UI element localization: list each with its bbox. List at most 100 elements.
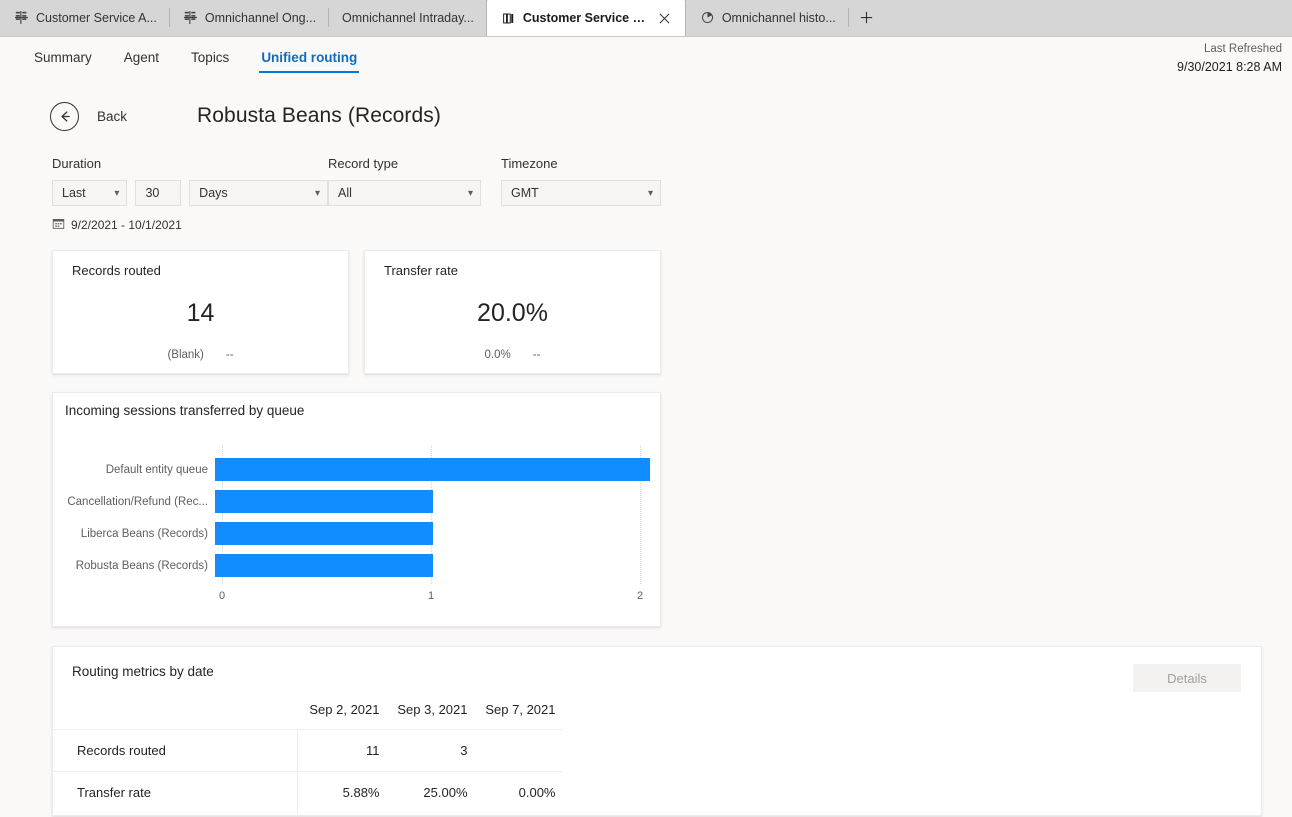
record-type-filter-group: Record type All ▾ [328, 156, 501, 206]
new-tab-button[interactable] [847, 0, 886, 36]
table-column-header: Sep 7, 2021 [485, 702, 556, 717]
chart-bar[interactable] [215, 490, 433, 513]
kpi-card-delta: -- [532, 349, 541, 361]
record-type-label: Record type [328, 156, 399, 171]
table-row: Transfer rate 5.88% 25.00% 0.00% [53, 771, 562, 813]
table-header: Sep 2, 2021 Sep 3, 2021 Sep 7, 2021 [53, 702, 562, 730]
page-header: Back Robusta Beans (Records) [0, 79, 1292, 131]
browser-tab-5[interactable]: Omnichannel histo... [686, 0, 848, 36]
kpi-card-footer: (Blank) -- [53, 349, 348, 361]
timezone-filter-group: Timezone GMT ▾ [501, 156, 661, 206]
chart-bar[interactable] [215, 522, 433, 545]
duration-unit-select[interactable]: Days ▾ [189, 180, 328, 206]
kpi-card-value: 14 [186, 299, 215, 327]
table-panel-routing-metrics[interactable]: Routing metrics by date Details Sep 2, 2… [52, 646, 1262, 816]
chart-axis-tick: 1 [427, 590, 435, 602]
record-type-value: All [338, 186, 352, 200]
chart-bar-track [215, 458, 650, 481]
dashboard-grid-icon [14, 10, 29, 25]
back-button-label[interactable]: Back [97, 109, 127, 124]
browser-tab-1[interactable]: Customer Service A... [0, 0, 169, 36]
browser-tab-label: Omnichannel Intraday... [342, 10, 474, 25]
table-row-header: Transfer rate [53, 771, 298, 813]
chart-panel-incoming-sessions[interactable]: Incoming sessions transferred by queue D… [52, 392, 661, 627]
table-column-header: Sep 3, 2021 [397, 702, 468, 717]
table-row: Records routed 11 3 [53, 729, 562, 772]
tab-agent[interactable]: Agent [108, 37, 175, 79]
duration-label: Duration [52, 156, 102, 171]
table-body: Records routed 11 3 Transfer rate 5.88% … [53, 729, 562, 813]
report-tabs: Summary Agent Topics Unified routing [18, 37, 373, 79]
app-nav-bar: Summary Agent Topics Unified routing Las… [0, 37, 1292, 79]
table-corner-cell [53, 702, 298, 730]
kpi-card-records-routed[interactable]: Records routed 14 (Blank) -- [52, 250, 349, 374]
table-cell: 25.00% [385, 771, 474, 813]
table-cell [473, 729, 562, 772]
chart-bar-track [215, 554, 650, 577]
chart-bar-row[interactable]: Liberca Beans (Records) [65, 522, 650, 545]
browser-tab-2[interactable]: Omnichannel Ong... [168, 0, 328, 36]
chart-bars: Default entity queue Cancellation/Refund … [65, 445, 650, 584]
browser-tab-4-active[interactable]: Customer Service historic... [485, 0, 686, 36]
table-cell: 11 [297, 729, 386, 772]
chart-category-label: Robusta Beans (Records) [75, 559, 208, 572]
date-range-row: 9/2/2021 - 10/1/2021 [0, 217, 1292, 233]
browser-tab-label: Customer Service historic... [522, 11, 646, 25]
kpi-card-transfer-rate[interactable]: Transfer rate 20.0% 0.0% -- [364, 250, 661, 374]
chart-plot-area: Default entity queue Cancellation/Refund … [65, 445, 650, 614]
date-range-text: 9/2/2021 - 10/1/2021 [71, 218, 182, 232]
kpi-cards: Records routed 14 (Blank) -- Transfer ra… [0, 250, 1292, 374]
browser-tab-label: Omnichannel histo... [721, 10, 836, 25]
timezone-label: Timezone [501, 156, 558, 171]
chart-bar-row[interactable]: Robusta Beans (Records) [65, 554, 650, 577]
browser-tab-label: Omnichannel Ong... [204, 10, 317, 25]
chart-title: Incoming sessions transferred by queue [65, 403, 305, 418]
chevron-down-icon: ▾ [114, 187, 120, 199]
chart-bar-row[interactable]: Cancellation/Refund (Rec... [65, 490, 650, 513]
page-title: Robusta Beans (Records) [197, 104, 441, 127]
tab-summary[interactable]: Summary [18, 37, 108, 79]
table-cell: 3 [385, 729, 474, 772]
table-row-header: Records routed [53, 729, 298, 772]
table-cell: 0.00% [473, 771, 562, 813]
kpi-card-delta: -- [225, 349, 234, 361]
chart-axis-tick: 2 [636, 590, 644, 602]
kpi-card-title: Records routed [72, 263, 161, 278]
duration-amount-input[interactable]: 30 [135, 180, 182, 206]
table-title: Routing metrics by date [72, 664, 214, 679]
last-refreshed-time: 9/30/2021 8:28 AM [1177, 59, 1282, 74]
pie-chart-icon [700, 10, 715, 25]
duration-amount-value: 30 [145, 186, 160, 200]
back-arrow-icon[interactable] [50, 101, 79, 131]
details-button[interactable]: Details [1133, 664, 1241, 692]
chart-bar-row[interactable]: Default entity queue [65, 458, 650, 481]
timezone-select[interactable]: GMT ▾ [501, 180, 661, 206]
report-page: Back Robusta Beans (Records) Duration La… [0, 79, 1292, 817]
chevron-down-icon: ▾ [647, 187, 653, 199]
table-header-row: Sep 2, 2021 Sep 3, 2021 Sep 7, 2021 [53, 702, 562, 730]
browser-tab-label: Customer Service A... [36, 10, 157, 25]
chart-category-label: Default entity queue [105, 463, 208, 476]
chart-x-axis: 0 1 2 [218, 590, 644, 608]
duration-relative-select[interactable]: Last ▾ [52, 180, 128, 206]
duration-unit-value: Days [199, 186, 228, 200]
chart-bar[interactable] [215, 554, 433, 577]
tab-topics[interactable]: Topics [175, 37, 245, 79]
chart-bar-track [215, 490, 650, 513]
table-cell: 5.88% [297, 771, 386, 813]
tab-unified-routing[interactable]: Unified routing [245, 37, 373, 79]
table-column-header: Sep 2, 2021 [309, 702, 380, 717]
browser-tab-3[interactable]: Omnichannel Intraday... [328, 0, 486, 36]
browser-tab-strip: Customer Service A... Omnichannel Ong...… [0, 0, 1292, 37]
chart-category-label: Cancellation/Refund (Rec... [67, 495, 208, 508]
record-type-select[interactable]: All ▾ [328, 180, 481, 206]
chart-bar[interactable] [215, 458, 650, 481]
timezone-value: GMT [511, 186, 539, 200]
last-refreshed-block: Last Refreshed 9/30/2021 8:28 AM [1177, 41, 1282, 76]
dashboard-grid-icon [183, 10, 198, 25]
kpi-card-footer: 0.0% -- [365, 349, 660, 361]
close-icon[interactable] [657, 10, 673, 26]
kpi-card-title: Transfer rate [384, 263, 458, 278]
kpi-card-compare-value: (Blank) [167, 349, 204, 361]
chart-axis-tick: 0 [218, 590, 226, 602]
